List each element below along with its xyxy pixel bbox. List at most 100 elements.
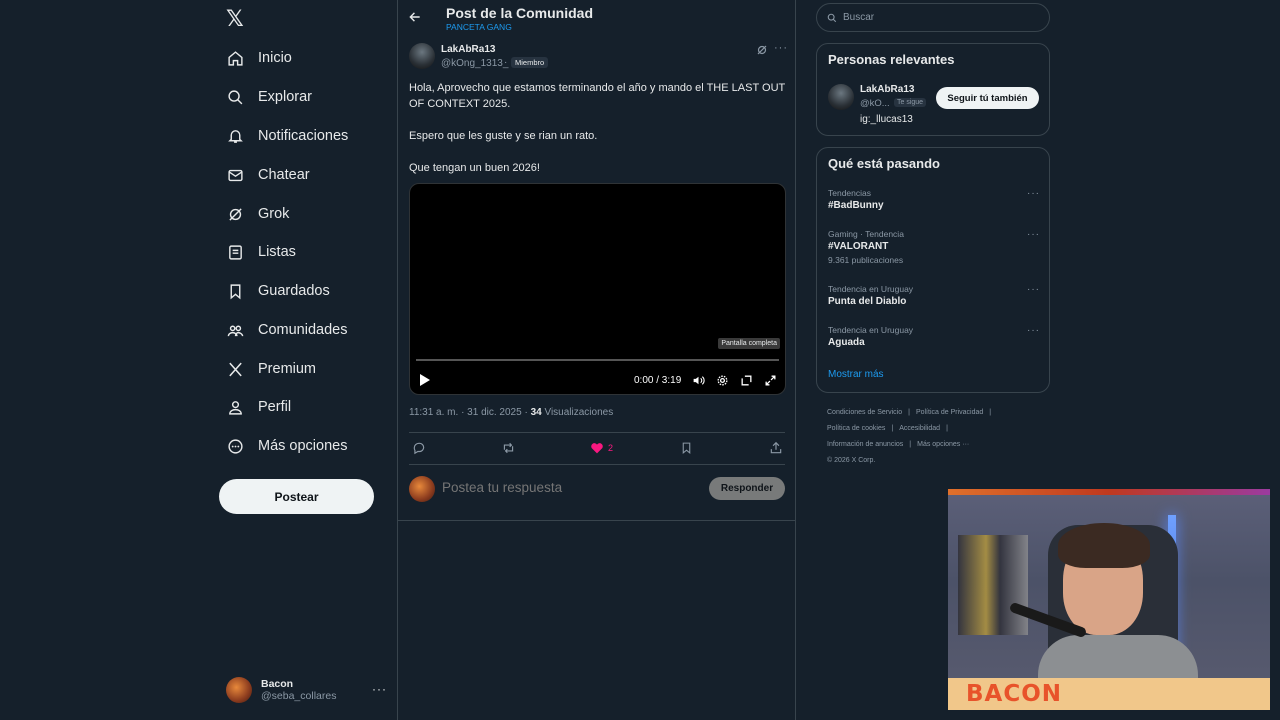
nav-communities-label: Comunidades	[258, 322, 348, 338]
grok-icon[interactable]	[756, 44, 768, 56]
account-handle: @seba_collares	[261, 690, 337, 702]
nav-chat-label: Chatear	[258, 167, 310, 183]
nav-explore[interactable]: Explorar	[226, 82, 312, 112]
post-more-icon[interactable]: ···	[774, 42, 788, 54]
post-button[interactable]: Postear	[219, 479, 374, 514]
footer-link[interactable]: Información de anuncios	[827, 441, 903, 448]
trend-item[interactable]: Tendencia en Uruguay Punta del Diablo ··…	[828, 284, 1040, 307]
trend-count: 9.361 publicaciones	[828, 255, 904, 265]
footer-link[interactable]: Más opciones ···	[917, 441, 969, 448]
like-count: 2	[608, 442, 614, 453]
nav-lists[interactable]: Listas	[226, 237, 296, 267]
trend-context: Gaming · Tendencia	[828, 229, 904, 239]
author-handle[interactable]: @kOng_1313_	[441, 58, 508, 69]
account-switcher[interactable]: Bacon @seba_collares ···	[226, 674, 387, 706]
author-avatar[interactable]	[409, 43, 435, 69]
nav-chat[interactable]: Chatear	[226, 160, 310, 190]
trend-more-icon[interactable]: ···	[1027, 229, 1040, 240]
footer-link[interactable]: Política de Privacidad	[916, 409, 983, 416]
like-button[interactable]: 2	[590, 441, 613, 454]
footer-link[interactable]: Condiciones de Servicio	[827, 409, 902, 416]
nav-premium[interactable]: Premium	[226, 354, 316, 384]
relevant-people-title: Personas relevantes	[828, 52, 955, 67]
page-title: Post de la Comunidad	[446, 5, 594, 21]
webcam-person-hair	[1058, 523, 1150, 568]
divider	[398, 520, 796, 521]
play-icon[interactable]	[419, 373, 431, 387]
settings-gear-icon[interactable]	[716, 374, 730, 388]
video-player[interactable]: Pantalla completa 0:00 / 3:19	[409, 183, 786, 395]
nav-explore-label: Explorar	[258, 89, 312, 105]
divider	[409, 464, 785, 465]
nav-more-options-label: Más opciones	[258, 438, 348, 454]
trend-item[interactable]: Tendencias #BadBunny ···	[828, 188, 1040, 211]
nav-grok[interactable]: Grok	[226, 199, 289, 229]
video-progress-bar[interactable]	[416, 359, 779, 361]
relevant-user-name[interactable]: LakAbRa13	[860, 84, 914, 95]
list-icon	[226, 243, 244, 261]
author-name[interactable]: LakAbRa13	[441, 44, 495, 55]
repost-icon[interactable]	[501, 441, 516, 455]
avatar	[409, 476, 435, 502]
trend-more-icon[interactable]: ···	[1027, 188, 1040, 199]
x-icon	[226, 360, 244, 378]
user-icon	[226, 398, 244, 416]
webcam-banner-text: BACON	[966, 681, 1063, 707]
trend-item[interactable]: Gaming · Tendencia #VALORANT 9.361 publi…	[828, 229, 1040, 265]
nav-notifications[interactable]: Notificaciones	[226, 121, 348, 151]
post-timestamp[interactable]: 11:31 a. m. · 31 dic. 2025 ·	[409, 407, 531, 418]
trend-more-icon[interactable]: ···	[1027, 325, 1040, 336]
views-label: Visualizaciones	[541, 407, 614, 418]
show-more-link[interactable]: Mostrar más	[828, 369, 884, 380]
search-icon	[827, 13, 837, 23]
trend-item[interactable]: Tendencia en Uruguay Aguada ···	[828, 325, 1040, 348]
fullscreen-tooltip: Pantalla completa	[718, 338, 780, 349]
reply-icon[interactable]	[412, 441, 426, 455]
follows-you-badge: Te sigue	[894, 98, 927, 107]
nav-premium-label: Premium	[258, 361, 317, 377]
trend-title: #VALORANT	[828, 241, 889, 252]
post-paragraph: Que tengan un buen 2026!	[409, 162, 540, 174]
volume-icon[interactable]	[692, 374, 706, 388]
avatar[interactable]	[828, 84, 854, 110]
member-badge: Miembro	[511, 57, 549, 68]
trends-card: Qué está pasando Tendencias #BadBunny ··…	[816, 147, 1050, 393]
post-text: Hola, Aprovecho que estamos terminando e…	[409, 80, 787, 192]
follow-back-button[interactable]: Seguir tú también	[936, 87, 1039, 109]
relevant-user-handle[interactable]: @kO...	[860, 98, 890, 109]
nav-profile[interactable]: Perfil	[226, 392, 291, 422]
nav-bookmarks[interactable]: Guardados	[226, 276, 330, 306]
nav-communities[interactable]: Comunidades	[226, 315, 347, 345]
grok-icon	[226, 205, 244, 223]
relevant-people-card: Personas relevantes LakAbRa13 @kO... Te …	[816, 43, 1050, 136]
share-icon[interactable]	[769, 441, 783, 455]
search-input[interactable]: Buscar	[816, 3, 1050, 32]
footer-link[interactable]: Accesibilidad	[899, 425, 940, 432]
webcam-overlay: BACON	[948, 489, 1270, 710]
nav-home-label: Inicio	[258, 50, 292, 66]
reply-button[interactable]: Responder	[709, 477, 785, 500]
post-meta: 11:31 a. m. · 31 dic. 2025 · 34 Visualiz…	[409, 407, 613, 418]
more-icon[interactable]: ···	[372, 682, 387, 696]
community-link[interactable]: PANCETA GANG	[446, 22, 512, 32]
bookmark-icon[interactable]	[680, 441, 693, 455]
x-logo-icon[interactable]: 𝕏	[226, 6, 248, 31]
account-name: Bacon	[261, 678, 294, 690]
reply-input[interactable]	[442, 480, 692, 495]
nav-lists-label: Listas	[258, 244, 296, 260]
post-paragraph: Hola, Aprovecho que estamos terminando e…	[409, 82, 786, 110]
nav-more-options[interactable]: Más opciones	[226, 431, 347, 461]
post-paragraph: Espero que les guste y se rian un rato.	[409, 130, 598, 142]
webcam-name-banner: BACON	[948, 678, 1270, 710]
nav-home[interactable]: Inicio	[226, 43, 292, 73]
footer-link[interactable]: Política de cookies	[827, 425, 885, 432]
nav-bookmarks-label: Guardados	[258, 283, 330, 299]
footer-links: Condiciones de Servicio | Política de Priv…	[827, 405, 1042, 469]
left-sidebar: 𝕏 Inicio Explorar Notificaciones Chatear…	[218, 0, 396, 720]
trend-context: Tendencia en Uruguay	[828, 284, 914, 294]
trend-more-icon[interactable]: ···	[1027, 284, 1040, 295]
back-arrow-icon[interactable]	[408, 10, 422, 24]
pip-icon[interactable]	[740, 374, 754, 388]
fullscreen-icon[interactable]	[764, 374, 778, 388]
trends-title: Qué está pasando	[828, 156, 940, 171]
